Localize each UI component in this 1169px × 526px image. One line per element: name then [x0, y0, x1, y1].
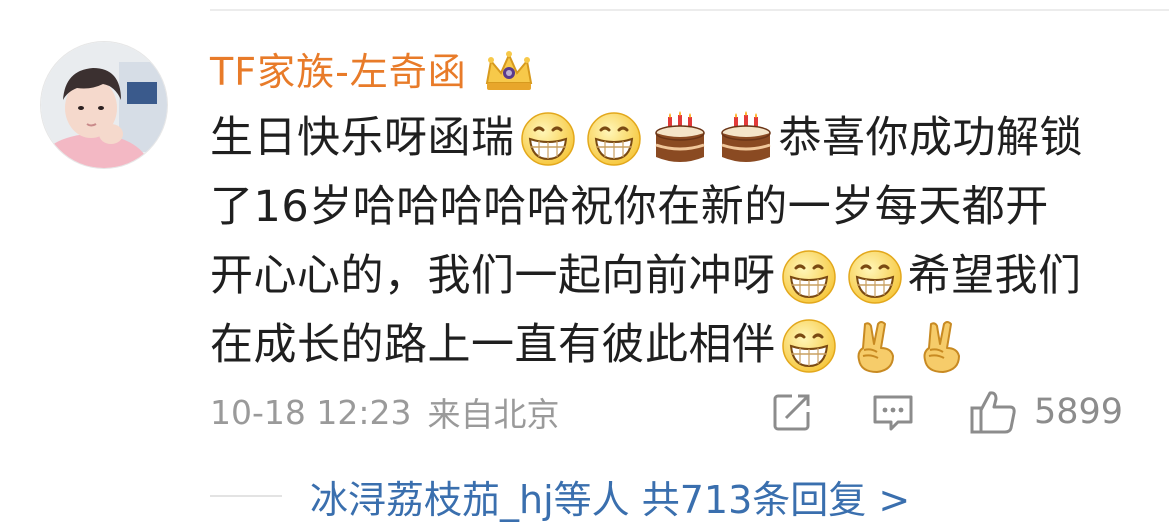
- comment-text-segment: 了16岁哈哈哈哈哈祝你在新的一岁每天都开: [210, 182, 1049, 232]
- replies-summary-bar: 冰浔荔枝茄_hj等人 共713条回复 >: [210, 466, 1169, 526]
- view-replies-link[interactable]: 冰浔荔枝茄_hj等人 共713条回复 >: [310, 469, 910, 524]
- share-button[interactable]: [770, 388, 814, 436]
- grinning-face-emoji: [847, 249, 903, 305]
- grinning-face-emoji: [781, 249, 837, 305]
- comment-line: 生日快乐呀函瑞 恭喜你成功解锁: [210, 104, 1140, 173]
- comment-icon: [873, 395, 913, 431]
- timestamp: 10-18 12:23: [210, 392, 412, 432]
- top-divider: [210, 9, 1169, 11]
- birthday-cake-emoji: [718, 110, 774, 167]
- location: 来自北京: [427, 395, 560, 434]
- like-button[interactable]: 5899: [968, 388, 1123, 436]
- comment-line: 开心心的，我们一起向前冲呀 希望我们: [210, 242, 1140, 311]
- crown-icon[interactable]: [481, 49, 537, 95]
- grinning-face-emoji: [781, 318, 837, 374]
- comment-text-segment: 生日快乐呀函瑞: [210, 113, 515, 163]
- comment-text: 生日快乐呀函瑞 恭喜你成功解锁 了16岁哈哈哈哈哈祝你在新的一岁每天都开 开心心…: [210, 104, 1140, 380]
- reply-divider: [210, 495, 282, 497]
- like-count: 5899: [1034, 392, 1124, 432]
- avatar-image: [41, 42, 167, 168]
- username-row: TF家族-左奇函: [210, 44, 537, 100]
- comment-line: 在成长的路上一直有彼此相伴: [210, 311, 1140, 380]
- reply-button[interactable]: [870, 388, 916, 436]
- grinning-face-emoji: [520, 111, 576, 167]
- thumbs-up-icon: [970, 391, 1016, 434]
- victory-hand-emoji: [913, 318, 969, 374]
- birthday-cake-emoji: [652, 110, 708, 167]
- avatar[interactable]: [41, 42, 167, 168]
- share-icon: [773, 394, 810, 431]
- grinning-face-emoji: [586, 111, 642, 167]
- username[interactable]: TF家族-左奇函: [210, 44, 467, 100]
- comment-text-segment: 恭喜你成功解锁: [778, 113, 1083, 163]
- comment-text-segment: 希望我们: [907, 251, 1082, 301]
- comment-text-segment: 在成长的路上一直有彼此相伴: [210, 320, 776, 370]
- comment-line: 了16岁哈哈哈哈哈祝你在新的一岁每天都开: [210, 173, 1140, 242]
- victory-hand-emoji: [847, 318, 903, 374]
- comment-text-segment: 开心心的，我们一起向前冲呀: [210, 251, 776, 301]
